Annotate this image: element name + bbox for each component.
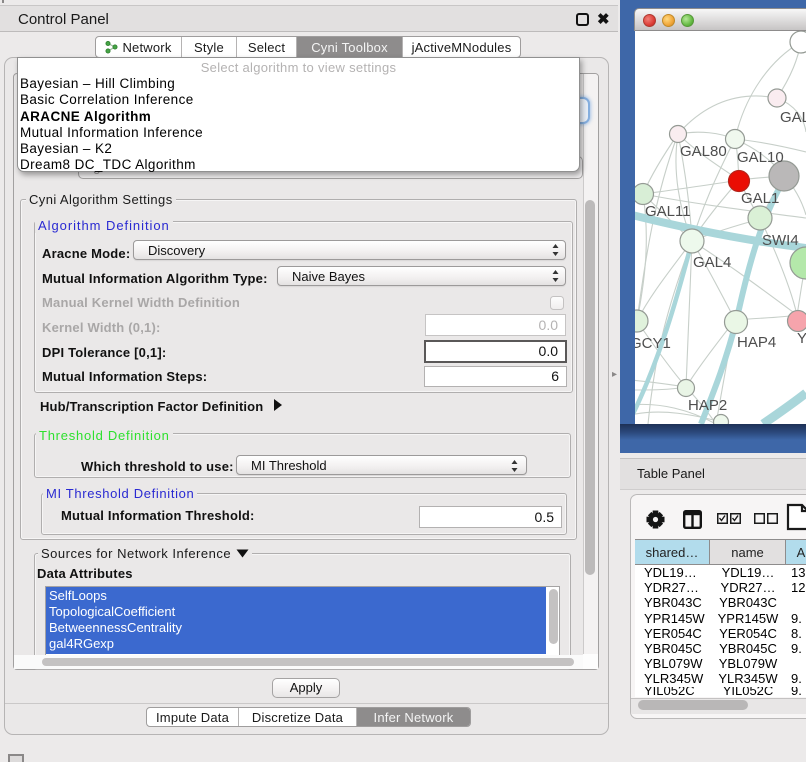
svg-text:GAL1: GAL1 [741, 190, 779, 207]
svg-text:GAL4: GAL4 [693, 254, 731, 271]
svg-text:GAL10: GAL10 [737, 149, 784, 166]
svg-text:HAP2: HAP2 [688, 397, 727, 414]
svg-text:GCY1: GCY1 [635, 335, 671, 352]
svg-text:SWI4: SWI4 [762, 232, 799, 249]
svg-text:GAL11: GAL11 [645, 203, 691, 220]
svg-text:GAL2: GAL2 [780, 109, 806, 126]
svg-text:Y: Y [797, 330, 806, 347]
svg-text:HAP4: HAP4 [737, 334, 776, 351]
svg-text:GAL80: GAL80 [680, 143, 727, 160]
